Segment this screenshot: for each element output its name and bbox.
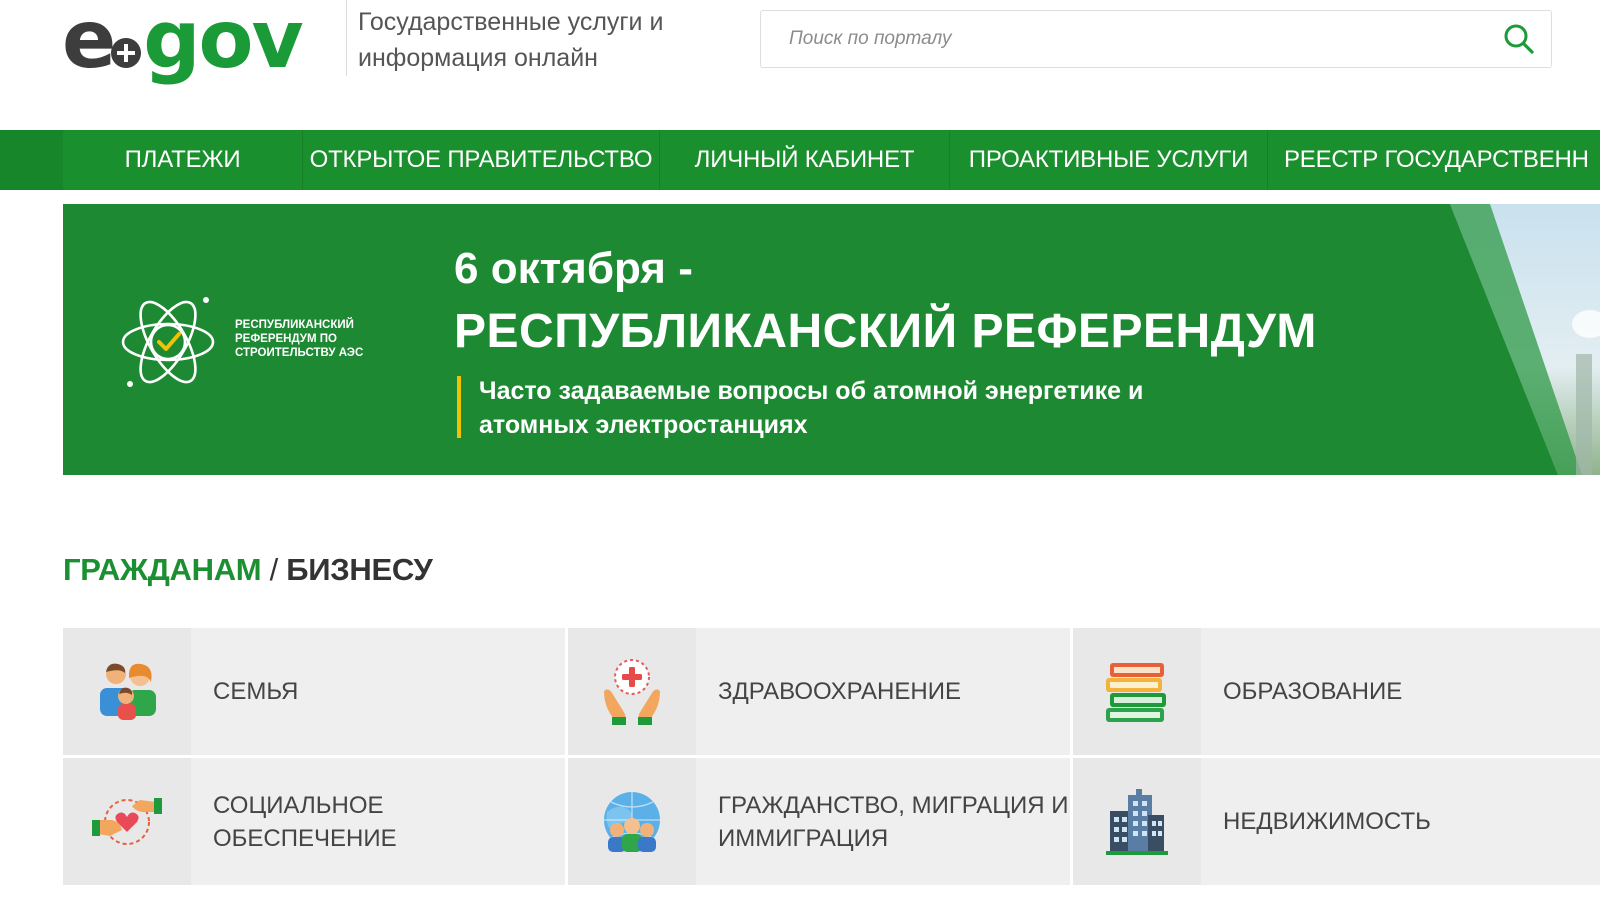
category-label: НЕДВИЖИМОСТЬ — [1223, 808, 1431, 835]
banner-accent-bar — [457, 376, 461, 438]
category-grid: СЕМЬЯ ЗДРАВООХРАНЕНИЕ ОБРАЗОВАНИЕ СОЦИАЛ… — [63, 628, 1600, 900]
search-input[interactable] — [789, 11, 1479, 67]
category-social-security[interactable]: СОЦИАЛЬНОЕ ОБЕСПЕЧЕНИЕ — [63, 758, 565, 885]
category-icon-box — [1073, 628, 1201, 755]
category-healthcare[interactable]: ЗДРАВООХРАНЕНИЕ — [568, 628, 1070, 755]
category-label: ЗДРАВООХРАНЕНИЕ — [718, 678, 961, 705]
real-estate-icon — [1106, 788, 1168, 855]
nav-item-proactive-services[interactable]: ПРОАКТИВНЫЕ УСЛУГИ — [950, 130, 1268, 190]
category-icon-box — [568, 628, 696, 755]
category-education[interactable]: ОБРАЗОВАНИЕ — [1073, 628, 1600, 755]
tab-separator: / — [269, 552, 279, 587]
nav-lead-strip — [0, 130, 63, 190]
banner-subtitle[interactable]: Часто задаваемые вопросы об атомной энер… — [479, 374, 1239, 442]
banner-title: РЕСПУБЛИКАНСКИЙ РЕФЕРЕНДУМ — [454, 305, 1317, 358]
education-icon — [1106, 662, 1166, 722]
atom-checkmark-icon — [121, 297, 215, 387]
search-icon[interactable] — [1501, 21, 1537, 57]
banner-date: 6 октября - — [454, 244, 693, 293]
main-nav: ПЛАТЕЖИ ОТКРЫТОЕ ПРАВИТЕЛЬСТВО ЛИЧНЫЙ КА… — [0, 130, 1600, 190]
tab-business[interactable]: БИЗНЕСУ — [286, 552, 433, 587]
category-family[interactable]: СЕМЬЯ — [63, 628, 565, 755]
banner-emblem-text: РЕСПУБЛИКАНСКИЙ РЕФЕРЕНДУМ ПО СТРОИТЕЛЬС… — [235, 319, 364, 359]
header: e gov Государственные услуги и информаци… — [0, 0, 1600, 130]
nav-item-state-registry[interactable]: РЕЕСТР ГОСУДАРСТВЕНН — [1268, 130, 1600, 190]
category-migration[interactable]: ГРАЖДАНСТВО, МИГРАЦИЯ И ИММИГРАЦИЯ — [568, 758, 1070, 885]
nav-item-open-government[interactable]: ОТКРЫТОЕ ПРАВИТЕЛЬСТВО — [303, 130, 660, 190]
logo-divider — [346, 0, 347, 76]
nav-item-personal-account[interactable]: ЛИЧНЫЙ КАБИНЕТ — [660, 130, 950, 190]
category-label: СЕМЬЯ — [213, 678, 299, 705]
category-real-estate[interactable]: НЕДВИЖИМОСТЬ — [1073, 758, 1600, 885]
category-icon-box — [63, 628, 191, 755]
category-label: ГРАЖДАНСТВО, МИГРАЦИЯ И ИММИГРАЦИЯ — [718, 791, 1069, 852]
egov-logo[interactable]: e gov — [62, 0, 304, 86]
search-box[interactable] — [760, 10, 1552, 68]
banner-photo-strip — [1450, 204, 1600, 475]
site-tagline: Государственные услуги и информация онла… — [358, 8, 664, 72]
referendum-banner[interactable]: РЕСПУБЛИКАНСКИЙ РЕФЕРЕНДУМ ПО СТРОИТЕЛЬС… — [63, 204, 1600, 475]
tab-citizens[interactable]: ГРАЖДАНАМ — [63, 552, 262, 587]
section-title: ГРАЖДАНАМ / БИЗНЕСУ — [63, 552, 433, 588]
category-label: ОБРАЗОВАНИЕ — [1223, 678, 1403, 705]
category-icon-box — [63, 758, 191, 885]
social-security-icon — [92, 797, 162, 845]
migration-icon — [604, 791, 660, 852]
nav-item-payments[interactable]: ПЛАТЕЖИ — [63, 130, 303, 190]
logo-gov: gov — [143, 0, 303, 86]
healthcare-icon — [604, 658, 660, 725]
logo-plus-icon — [111, 38, 142, 68]
category-icon-box — [1073, 758, 1201, 885]
category-label: СОЦИАЛЬНОЕ ОБЕСПЕЧЕНИЕ — [213, 791, 397, 852]
family-icon — [100, 663, 156, 720]
logo-e: e — [62, 0, 116, 86]
category-icon-box — [568, 758, 696, 885]
